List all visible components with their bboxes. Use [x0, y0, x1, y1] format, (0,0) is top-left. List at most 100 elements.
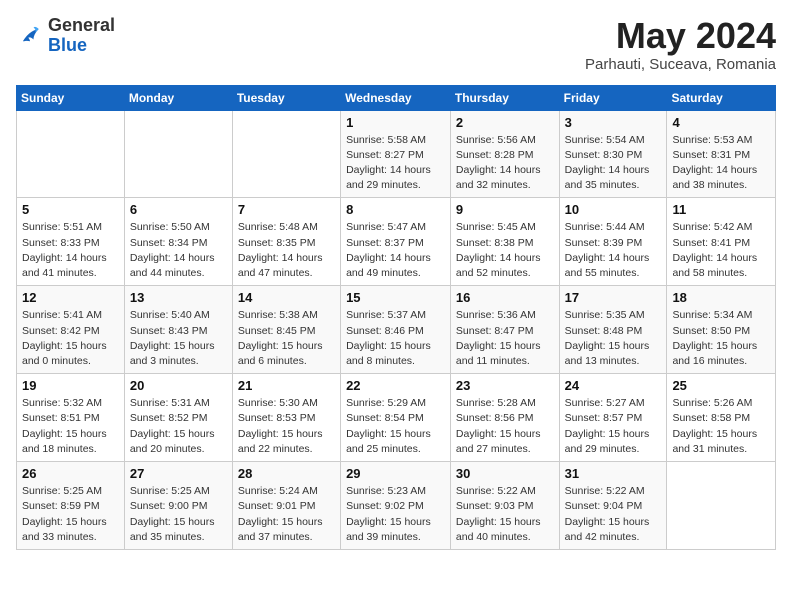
calendar-cell — [17, 110, 125, 198]
page-header: General Blue May 2024 Parhauti, Suceava,… — [16, 16, 776, 73]
calendar-cell — [124, 110, 232, 198]
day-number: 15 — [346, 290, 445, 305]
calendar-cell: 21Sunrise: 5:30 AMSunset: 8:53 PMDayligh… — [232, 374, 340, 462]
day-number: 16 — [456, 290, 554, 305]
calendar-cell: 7 Sunrise: 5:48 AMSunset: 8:35 PMDaylight… — [232, 198, 340, 286]
day-number: 24 — [565, 378, 662, 393]
day-info: Sunrise: 5:25 AMSunset: 8:59 PMDaylight:… — [22, 484, 119, 545]
day-number: 1 — [346, 115, 445, 130]
day-info: Sunrise: 5:27 AMSunset: 8:57 PMDaylight:… — [565, 396, 662, 457]
calendar-cell: 14Sunrise: 5:38 AMSunset: 8:45 PMDayligh… — [232, 286, 340, 374]
calendar-cell: 1 Sunrise: 5:58 AMSunset: 8:27 PMDaylight… — [341, 110, 451, 198]
calendar-cell: 8 Sunrise: 5:47 AMSunset: 8:37 PMDaylight… — [341, 198, 451, 286]
calendar-cell: 18 Sunrise: 5:34 AMSunset: 8:50 PMDayligh… — [667, 286, 776, 374]
weekday-header: Wednesday — [341, 85, 451, 110]
logo: General Blue — [16, 16, 115, 56]
calendar-cell: 28Sunrise: 5:24 AMSunset: 9:01 PMDayligh… — [232, 462, 340, 550]
day-number: 10 — [565, 202, 662, 217]
calendar-cell: 15 Sunrise: 5:37 AMSunset: 8:46 PMDayligh… — [341, 286, 451, 374]
day-number: 28 — [238, 466, 335, 481]
day-info: Sunrise: 5:47 AMSunset: 8:37 PMDaylight:… — [346, 220, 445, 281]
calendar-cell: 4 Sunrise: 5:53 AMSunset: 8:31 PMDaylight… — [667, 110, 776, 198]
day-info: Sunrise: 5:34 AMSunset: 8:50 PMDaylight:… — [672, 308, 770, 369]
day-number: 7 — [238, 202, 335, 217]
calendar-cell: 17 Sunrise: 5:35 AMSunset: 8:48 PMDayligh… — [559, 286, 667, 374]
calendar-cell: 20Sunrise: 5:31 AMSunset: 8:52 PMDayligh… — [124, 374, 232, 462]
weekday-header: Saturday — [667, 85, 776, 110]
day-number: 5 — [22, 202, 119, 217]
day-info: Sunrise: 5:23 AMSunset: 9:02 PMDaylight:… — [346, 484, 445, 545]
day-info: Sunrise: 5:58 AMSunset: 8:27 PMDaylight:… — [346, 133, 445, 194]
day-info: Sunrise: 5:36 AMSunset: 8:47 PMDaylight:… — [456, 308, 554, 369]
weekday-header: Tuesday — [232, 85, 340, 110]
day-info: Sunrise: 5:53 AMSunset: 8:31 PMDaylight:… — [672, 133, 770, 194]
day-info: Sunrise: 5:22 AMSunset: 9:04 PMDaylight:… — [565, 484, 662, 545]
weekday-header-row: SundayMondayTuesdayWednesdayThursdayFrid… — [17, 85, 776, 110]
calendar-cell: 3 Sunrise: 5:54 AMSunset: 8:30 PMDaylight… — [559, 110, 667, 198]
day-number: 13 — [130, 290, 227, 305]
day-info: Sunrise: 5:28 AMSunset: 8:56 PMDaylight:… — [456, 396, 554, 457]
day-info: Sunrise: 5:41 AMSunset: 8:42 PMDaylight:… — [22, 308, 119, 369]
calendar-cell: 2Sunrise: 5:56 AMSunset: 8:28 PMDaylight… — [450, 110, 559, 198]
day-number: 14 — [238, 290, 335, 305]
calendar-cell: 24 Sunrise: 5:27 AMSunset: 8:57 PMDayligh… — [559, 374, 667, 462]
day-number: 31 — [565, 466, 662, 481]
calendar-cell: 23Sunrise: 5:28 AMSunset: 8:56 PMDayligh… — [450, 374, 559, 462]
day-info: Sunrise: 5:56 AMSunset: 8:28 PMDaylight:… — [456, 133, 554, 194]
day-number: 17 — [565, 290, 662, 305]
day-info: Sunrise: 5:26 AMSunset: 8:58 PMDaylight:… — [672, 396, 770, 457]
logo-icon — [16, 22, 44, 50]
calendar-cell: 13 Sunrise: 5:40 AMSunset: 8:43 PMDayligh… — [124, 286, 232, 374]
calendar-cell — [667, 462, 776, 550]
day-info: Sunrise: 5:32 AMSunset: 8:51 PMDaylight:… — [22, 396, 119, 457]
calendar-cell — [232, 110, 340, 198]
day-info: Sunrise: 5:45 AMSunset: 8:38 PMDaylight:… — [456, 220, 554, 281]
day-info: Sunrise: 5:25 AMSunset: 9:00 PMDaylight:… — [130, 484, 227, 545]
day-number: 29 — [346, 466, 445, 481]
day-info: Sunrise: 5:50 AMSunset: 8:34 PMDaylight:… — [130, 220, 227, 281]
day-number: 11 — [672, 202, 770, 217]
day-number: 6 — [130, 202, 227, 217]
day-number: 18 — [672, 290, 770, 305]
day-info: Sunrise: 5:48 AMSunset: 8:35 PMDaylight:… — [238, 220, 335, 281]
weekday-header: Thursday — [450, 85, 559, 110]
calendar-cell: 11Sunrise: 5:42 AMSunset: 8:41 PMDayligh… — [667, 198, 776, 286]
day-number: 9 — [456, 202, 554, 217]
calendar-week-row: 26 Sunrise: 5:25 AMSunset: 8:59 PMDayligh… — [17, 462, 776, 550]
day-number: 25 — [672, 378, 770, 393]
month-title: May 2024 — [585, 16, 776, 56]
calendar-cell: 27 Sunrise: 5:25 AMSunset: 9:00 PMDayligh… — [124, 462, 232, 550]
calendar-week-row: 12 Sunrise: 5:41 AMSunset: 8:42 PMDayligh… — [17, 286, 776, 374]
calendar-cell: 19 Sunrise: 5:32 AMSunset: 8:51 PMDayligh… — [17, 374, 125, 462]
day-info: Sunrise: 5:37 AMSunset: 8:46 PMDaylight:… — [346, 308, 445, 369]
day-number: 20 — [130, 378, 227, 393]
calendar-cell: 26 Sunrise: 5:25 AMSunset: 8:59 PMDayligh… — [17, 462, 125, 550]
day-number: 19 — [22, 378, 119, 393]
day-info: Sunrise: 5:51 AMSunset: 8:33 PMDaylight:… — [22, 220, 119, 281]
calendar-week-row: 19 Sunrise: 5:32 AMSunset: 8:51 PMDayligh… — [17, 374, 776, 462]
calendar-cell: 9 Sunrise: 5:45 AMSunset: 8:38 PMDaylight… — [450, 198, 559, 286]
day-number: 12 — [22, 290, 119, 305]
day-number: 27 — [130, 466, 227, 481]
day-info: Sunrise: 5:44 AMSunset: 8:39 PMDaylight:… — [565, 220, 662, 281]
title-block: May 2024 Parhauti, Suceava, Romania — [585, 16, 776, 73]
day-number: 22 — [346, 378, 445, 393]
day-info: Sunrise: 5:54 AMSunset: 8:30 PMDaylight:… — [565, 133, 662, 194]
logo-text: General Blue — [48, 16, 115, 56]
calendar-cell: 10 Sunrise: 5:44 AMSunset: 8:39 PMDayligh… — [559, 198, 667, 286]
day-number: 3 — [565, 115, 662, 130]
calendar-table: SundayMondayTuesdayWednesdayThursdayFrid… — [16, 85, 776, 550]
day-number: 8 — [346, 202, 445, 217]
day-info: Sunrise: 5:22 AMSunset: 9:03 PMDaylight:… — [456, 484, 554, 545]
calendar-cell: 5 Sunrise: 5:51 AMSunset: 8:33 PMDaylight… — [17, 198, 125, 286]
weekday-header: Friday — [559, 85, 667, 110]
calendar-cell: 6 Sunrise: 5:50 AMSunset: 8:34 PMDaylight… — [124, 198, 232, 286]
day-number: 26 — [22, 466, 119, 481]
calendar-cell: 22Sunrise: 5:29 AMSunset: 8:54 PMDayligh… — [341, 374, 451, 462]
day-info: Sunrise: 5:40 AMSunset: 8:43 PMDaylight:… — [130, 308, 227, 369]
day-info: Sunrise: 5:35 AMSunset: 8:48 PMDaylight:… — [565, 308, 662, 369]
day-number: 21 — [238, 378, 335, 393]
location: Parhauti, Suceava, Romania — [585, 56, 776, 73]
calendar-cell: 30Sunrise: 5:22 AMSunset: 9:03 PMDayligh… — [450, 462, 559, 550]
day-number: 4 — [672, 115, 770, 130]
